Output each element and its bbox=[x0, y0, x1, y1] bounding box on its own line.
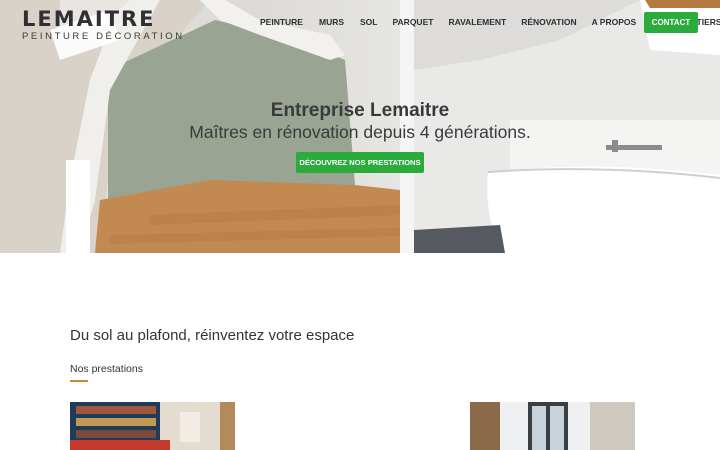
contact-button[interactable]: CONTACT bbox=[644, 12, 698, 33]
hero-subtitle: Maîtres en rénovation depuis 4 génératio… bbox=[189, 122, 531, 142]
nav-renovation[interactable]: RÉNOVATION bbox=[521, 17, 576, 27]
logo-tagline: PEINTURE DÉCORATION bbox=[22, 31, 185, 42]
service-card-image-room[interactable] bbox=[470, 402, 635, 450]
nav-murs[interactable]: MURS bbox=[319, 17, 344, 27]
site-logo[interactable]: LEMAITRE PEINTURE DÉCORATION bbox=[22, 8, 185, 42]
hero-banner: LEMAITRE PEINTURE DÉCORATION PEINTURE MU… bbox=[0, 0, 720, 253]
services-label: Nos prestations bbox=[70, 363, 143, 375]
section-title: Du sol au plafond, réinventez votre espa… bbox=[70, 327, 355, 344]
hero-title: Entreprise Lemaitre bbox=[270, 100, 450, 121]
nav-peinture[interactable]: PEINTURE bbox=[260, 17, 303, 27]
nav-a-propos[interactable]: A PROPOS bbox=[592, 17, 637, 27]
logo-wordmark: LEMAITRE bbox=[22, 7, 156, 31]
nav-sol[interactable]: SOL bbox=[360, 17, 377, 27]
service-card-image-library[interactable] bbox=[70, 402, 235, 450]
nav-ravalement[interactable]: RAVALEMENT bbox=[448, 17, 506, 27]
section-divider bbox=[70, 380, 88, 382]
nav-parquet[interactable]: PARQUET bbox=[393, 17, 434, 27]
discover-services-button[interactable]: DÉCOUVREZ NOS PRESTATIONS bbox=[296, 152, 424, 173]
